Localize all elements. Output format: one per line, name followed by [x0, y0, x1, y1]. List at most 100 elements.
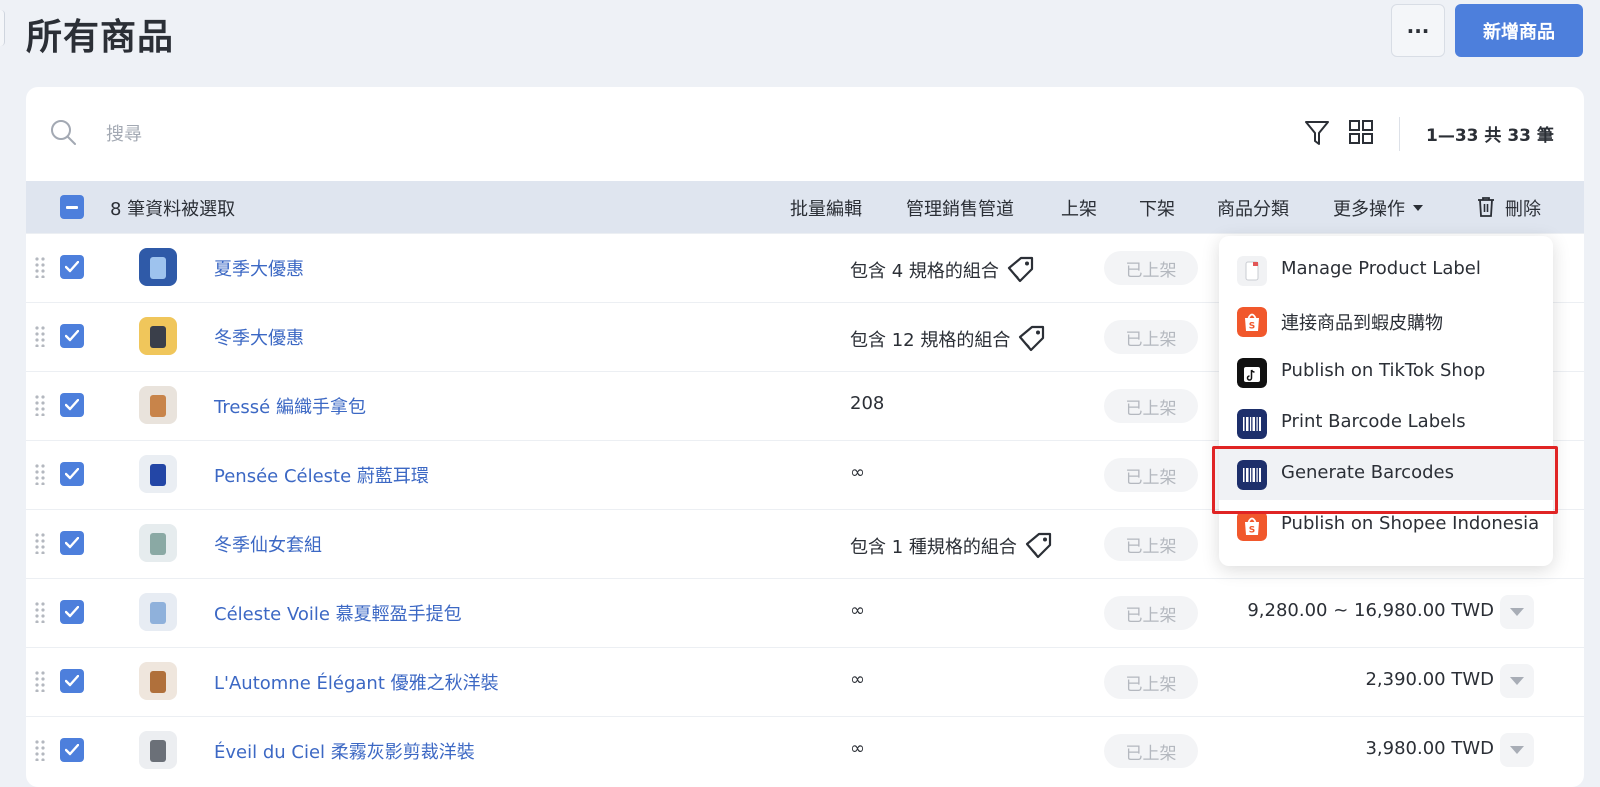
drag-handle-icon[interactable]: [35, 463, 45, 485]
drag-handle-icon[interactable]: [35, 256, 45, 278]
more-actions-label: 更多操作: [1333, 199, 1405, 220]
checkmark-icon: [65, 330, 79, 342]
product-thumbnail[interactable]: [139, 731, 177, 769]
row-checkbox[interactable]: [60, 531, 84, 555]
row-checkbox[interactable]: [60, 255, 84, 279]
row-expand-button[interactable]: [1500, 595, 1534, 629]
table-row[interactable]: Éveil du Ciel 柔霧灰影剪裁洋裝 ∞ 已上架 3,980.00 TW…: [26, 716, 1584, 785]
product-thumbnail[interactable]: [139, 662, 177, 700]
drag-handle-icon[interactable]: [35, 325, 45, 347]
row-checkbox[interactable]: [60, 669, 84, 693]
product-stock: ∞: [850, 669, 865, 690]
product-thumbnail[interactable]: [139, 524, 177, 562]
row-checkbox[interactable]: [60, 600, 84, 624]
delete-button[interactable]: 刪除: [1505, 195, 1541, 221]
table-row[interactable]: L'Automne Élégant 優雅之秋洋裝 ∞ 已上架 2,390.00 …: [26, 647, 1584, 716]
product-thumbnail[interactable]: [139, 317, 177, 355]
trash-icon[interactable]: [1476, 196, 1496, 218]
product-stock: ∞: [850, 600, 865, 621]
menu-item-generate-barcodes[interactable]: Generate Barcodes: [1219, 448, 1553, 500]
menu-item-label: Generate Barcodes: [1281, 462, 1454, 483]
page-title: 所有商品: [26, 17, 175, 58]
back-button-edge[interactable]: [0, 10, 5, 46]
product-thumbnail[interactable]: [139, 386, 177, 424]
product-price: 2,390.00 TWD: [1365, 669, 1494, 690]
svg-text:S: S: [1249, 526, 1255, 536]
stock-text: 包含 12 規格的組合: [850, 330, 1011, 351]
stock-text: ∞: [850, 600, 865, 621]
row-expand-button[interactable]: [1500, 664, 1534, 698]
row-checkbox[interactable]: [60, 462, 84, 486]
product-thumbnail[interactable]: [139, 593, 177, 631]
publish-button[interactable]: 上架: [1061, 195, 1097, 221]
drag-handle-icon[interactable]: [35, 739, 45, 761]
menu-item-publish-on-shopee-indonesia[interactable]: S Publish on Shopee Indonesia: [1219, 499, 1553, 551]
toolbar-divider: [1399, 117, 1400, 151]
product-thumbnail[interactable]: [139, 455, 177, 493]
product-name-link[interactable]: 夏季大優惠: [214, 255, 304, 281]
product-label-icon: [1237, 256, 1267, 286]
status-badge: 已上架: [1104, 665, 1198, 699]
more-actions-dropdown[interactable]: 更多操作: [1333, 195, 1423, 221]
product-name-link[interactable]: Céleste Voile 慕夏輕盈手提包: [214, 600, 462, 626]
more-options-button[interactable]: ···: [1391, 4, 1445, 57]
product-price: 3,980.00 TWD: [1365, 738, 1494, 759]
drag-handle-icon[interactable]: [35, 670, 45, 692]
status-badge: 已上架: [1104, 734, 1198, 768]
menu-item-label: Publish on Shopee Indonesia: [1281, 513, 1540, 534]
drag-handle-icon[interactable]: [35, 601, 45, 623]
add-product-button[interactable]: 新增商品: [1455, 4, 1583, 57]
product-thumbnail[interactable]: [139, 248, 177, 286]
status-badge: 已上架: [1104, 251, 1198, 285]
drag-handle-icon[interactable]: [35, 394, 45, 416]
product-stock: 包含 4 規格的組合: [850, 255, 1037, 285]
menu-item-label: Manage Product Label: [1281, 258, 1481, 279]
caret-down-icon: [1413, 205, 1423, 211]
menu-item-label: Print Barcode Labels: [1281, 411, 1466, 432]
search-icon: [51, 120, 76, 145]
product-name-link[interactable]: L'Automne Élégant 優雅之秋洋裝: [214, 669, 499, 695]
status-badge: 已上架: [1104, 320, 1198, 354]
row-checkbox[interactable]: [60, 324, 84, 348]
checkmark-icon: [65, 261, 79, 273]
product-name-link[interactable]: Éveil du Ciel 柔霧灰影剪裁洋裝: [214, 738, 475, 764]
stock-text: 208: [850, 393, 885, 414]
variant-tag-icon: [1007, 256, 1034, 283]
select-all-checkbox[interactable]: [60, 195, 84, 219]
menu-item-publish-on-tiktok-shop[interactable]: Publish on TikTok Shop: [1219, 346, 1553, 398]
drag-handle-icon[interactable]: [35, 532, 45, 554]
chevron-down-icon: [1510, 677, 1524, 685]
chevron-down-icon: [1510, 608, 1524, 616]
shopee-icon: S: [1237, 511, 1267, 541]
product-stock: ∞: [850, 738, 865, 759]
unpublish-button[interactable]: 下架: [1139, 195, 1175, 221]
checkmark-icon: [65, 537, 79, 549]
product-stock: 208: [850, 393, 884, 414]
table-row[interactable]: Céleste Voile 慕夏輕盈手提包 ∞ 已上架 9,280.00 ~ 1…: [26, 578, 1584, 647]
bulk-edit-button[interactable]: 批量編輯: [790, 195, 862, 221]
filter-icon[interactable]: [1304, 119, 1330, 147]
menu-item-connect-shopee[interactable]: S 連接商品到蝦皮購物: [1219, 295, 1553, 347]
row-checkbox[interactable]: [60, 393, 84, 417]
chevron-down-icon: [1510, 746, 1524, 754]
stock-text: ∞: [850, 669, 865, 690]
row-expand-button[interactable]: [1500, 733, 1534, 767]
more-actions-menu: Manage Product Label S 連接商品到蝦皮購物 Publish on…: [1219, 236, 1553, 566]
grid-view-icon[interactable]: [1348, 119, 1374, 145]
row-checkbox[interactable]: [60, 738, 84, 762]
product-name-link[interactable]: 冬季仙女套組: [214, 531, 322, 557]
menu-item-print-barcode-labels[interactable]: Print Barcode Labels: [1219, 397, 1553, 449]
selected-count: 8 筆資料被選取: [110, 199, 236, 220]
variant-tag-icon: [1025, 532, 1052, 559]
product-category-button[interactable]: 商品分類: [1217, 195, 1289, 221]
product-stock: ∞: [850, 462, 865, 483]
manage-channels-button[interactable]: 管理銷售管道: [906, 195, 1014, 221]
search-input[interactable]: [104, 119, 708, 149]
checkmark-icon: [65, 744, 79, 756]
menu-item-manage-product-label[interactable]: Manage Product Label: [1219, 244, 1553, 296]
product-name-link[interactable]: Tressé 編織手拿包: [214, 393, 366, 419]
product-name-link[interactable]: 冬季大優惠: [214, 324, 304, 350]
checkmark-icon: [65, 606, 79, 618]
product-name-link[interactable]: Pensée Céleste 蔚藍耳環: [214, 462, 429, 488]
stock-text: ∞: [850, 462, 865, 483]
